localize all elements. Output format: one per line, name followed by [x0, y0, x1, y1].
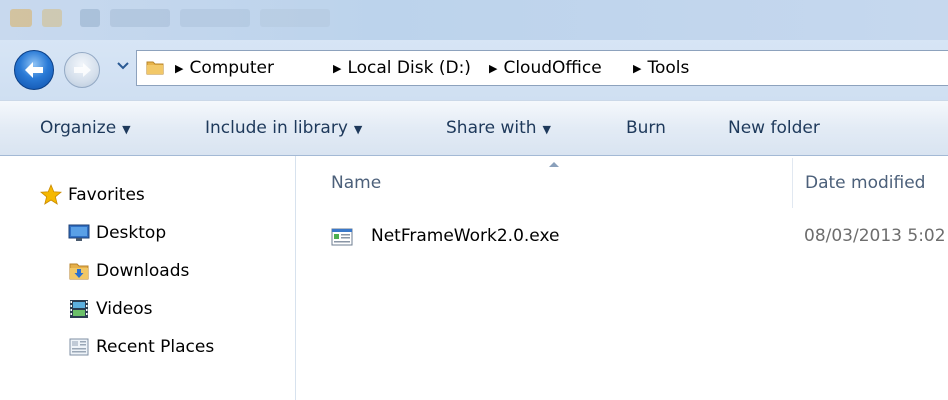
file-date-modified: 08/03/2013 5:02 — [804, 226, 946, 246]
title-bar — [0, 0, 948, 40]
forward-button[interactable] — [64, 52, 100, 88]
quick-access-icon — [260, 9, 330, 27]
breadcrumb-label: Tools — [647, 58, 690, 78]
navigation-pane: Favorites Desktop Downloads Videos Recen… — [0, 156, 296, 400]
sort-ascending-icon — [549, 162, 559, 167]
breadcrumb-tools[interactable]: ▶ Tools — [633, 57, 689, 79]
chevron-right-icon[interactable]: ▶ — [333, 62, 341, 75]
address-bar[interactable]: ▶ Computer ▶ Local Disk (D:) ▶ CloudOffi… — [136, 50, 948, 86]
breadcrumb-label: CloudOffice — [503, 58, 602, 78]
breadcrumb-label: Computer — [189, 58, 274, 78]
chevron-right-icon[interactable]: ▶ — [175, 62, 183, 75]
column-divider[interactable] — [792, 158, 793, 208]
exe-file-icon — [331, 228, 353, 246]
quick-access-icon — [110, 9, 170, 27]
quick-access-icon — [42, 9, 62, 27]
breadcrumb-computer[interactable]: ▶ Computer — [175, 57, 274, 79]
recent-places-label: Recent Places — [96, 337, 215, 357]
folder-icon — [146, 61, 164, 75]
share-with-button[interactable]: Share with ▼ — [446, 118, 551, 138]
column-header-date-modified[interactable]: Date modified — [805, 173, 925, 193]
dropdown-arrow-icon: ▼ — [542, 123, 551, 136]
nav-item-recent-places[interactable]: Recent Places — [68, 336, 214, 358]
share-with-label: Share with — [446, 118, 537, 138]
breadcrumb-label: Local Disk (D:) — [347, 58, 471, 78]
organize-label: Organize — [40, 118, 117, 138]
forward-arrow-icon — [74, 63, 91, 77]
breadcrumb-cloudoffice[interactable]: ▶ CloudOffice — [489, 57, 602, 79]
back-arrow-icon — [25, 62, 43, 78]
breadcrumb-local-disk[interactable]: ▶ Local Disk (D:) — [333, 57, 471, 79]
videos-icon — [68, 298, 90, 320]
desktop-icon — [68, 222, 90, 244]
videos-label: Videos — [96, 299, 153, 319]
new-folder-label: New folder — [728, 118, 820, 138]
nav-item-favorites[interactable]: Favorites — [40, 184, 145, 206]
desktop-label: Desktop — [96, 223, 167, 243]
nav-item-videos[interactable]: Videos — [68, 298, 153, 320]
file-name: NetFrameWork2.0.exe — [371, 226, 560, 246]
include-in-library-label: Include in library — [205, 118, 348, 138]
favorites-label: Favorites — [68, 185, 145, 205]
column-date-label: Date modified — [805, 173, 926, 193]
organize-button[interactable]: Organize ▼ — [40, 118, 131, 138]
file-list-pane: Name Date modified NetFrameWork2.0.exe 0… — [297, 156, 948, 400]
recent-pages-dropdown-icon[interactable] — [117, 62, 129, 70]
downloads-folder-icon — [68, 260, 90, 282]
star-icon — [40, 184, 62, 206]
column-name-label: Name — [331, 173, 382, 193]
nav-item-downloads[interactable]: Downloads — [68, 260, 189, 282]
quick-access-icon — [80, 9, 100, 27]
column-header-name[interactable]: Name — [331, 173, 381, 193]
new-folder-button[interactable]: New folder — [728, 118, 820, 138]
dropdown-arrow-icon: ▼ — [122, 123, 131, 136]
nav-item-desktop[interactable]: Desktop — [68, 222, 166, 244]
quick-access-icon — [180, 9, 250, 27]
recent-places-icon — [68, 336, 90, 358]
file-row[interactable]: NetFrameWork2.0.exe 08/03/2013 5:02 — [297, 220, 948, 254]
chevron-right-icon[interactable]: ▶ — [489, 62, 497, 75]
burn-button[interactable]: Burn — [626, 118, 666, 138]
include-in-library-button[interactable]: Include in library ▼ — [205, 118, 362, 138]
chevron-right-icon[interactable]: ▶ — [633, 62, 641, 75]
window-icon — [10, 9, 32, 27]
dropdown-arrow-icon: ▼ — [353, 123, 363, 136]
downloads-label: Downloads — [96, 261, 190, 281]
back-button[interactable] — [14, 50, 54, 90]
navigation-bar: ▶ Computer ▶ Local Disk (D:) ▶ CloudOffi… — [0, 40, 948, 100]
burn-label: Burn — [626, 118, 666, 138]
command-toolbar: Organize ▼ Include in library ▼ Share with… — [0, 100, 948, 156]
